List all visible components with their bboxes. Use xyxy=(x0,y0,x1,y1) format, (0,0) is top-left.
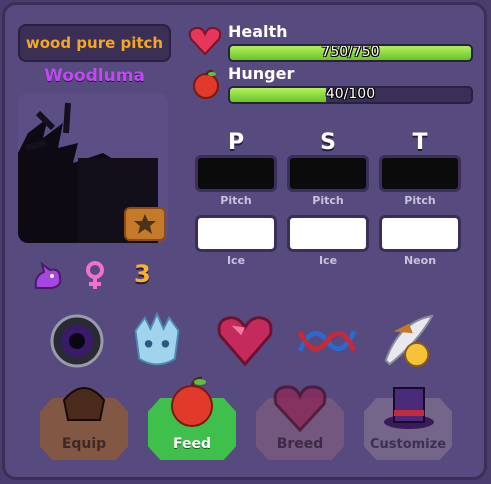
health-value: 750/750 xyxy=(321,44,380,60)
gene-letter: T xyxy=(412,130,428,155)
feather-hat-icon xyxy=(384,314,434,368)
female-symbol-icon xyxy=(86,261,104,289)
star-icon xyxy=(134,214,156,234)
breed-label: Breed xyxy=(276,436,324,452)
gene-slot-bottom[interactable] xyxy=(195,215,277,252)
heart-icon xyxy=(188,26,222,56)
top-hat-icon xyxy=(384,387,434,429)
gene-slot-label: Ice xyxy=(226,254,246,267)
gene-slot-label: Neon xyxy=(403,254,437,267)
breed-heart-icon xyxy=(273,385,327,432)
pet-species-label: Woodluma xyxy=(44,66,145,86)
ice-dragon-head-item[interactable] xyxy=(128,311,186,370)
health-bar: 750/750 xyxy=(228,44,473,62)
gene-slot-top[interactable] xyxy=(379,155,461,192)
hunger-stat: Hunger 40/100 xyxy=(188,64,478,110)
gene-column-t: T Pitch Neon xyxy=(378,130,462,267)
gene-column-s: S Pitch Ice xyxy=(286,130,370,267)
dna-strand-icon xyxy=(298,330,356,352)
pet-name: wood pure pitch xyxy=(25,34,164,52)
age-count: 3 xyxy=(134,260,151,288)
ice-dragon-head-icon xyxy=(134,311,180,366)
feather-hat-item[interactable] xyxy=(380,312,438,370)
void-orb-icon xyxy=(50,314,104,368)
apple-icon xyxy=(193,69,219,99)
heart-gem-icon xyxy=(217,316,273,367)
hunger-value: 40/100 xyxy=(325,86,376,102)
gene-slot-bottom[interactable] xyxy=(287,215,369,252)
gene-slot-label: Pitch xyxy=(312,194,344,207)
feed-label: Feed xyxy=(172,436,211,452)
gene-slot-top[interactable] xyxy=(195,155,277,192)
gene-slot-top[interactable] xyxy=(287,155,369,192)
feed-apple-icon xyxy=(171,376,213,427)
gene-slot-bottom[interactable] xyxy=(379,215,461,252)
equip-label: Equip xyxy=(61,436,107,452)
health-stat: Health 750/750 xyxy=(188,22,478,68)
health-label: Health xyxy=(228,22,288,41)
gene-letter: S xyxy=(320,130,336,155)
pet-traits-row: 3 xyxy=(30,258,170,294)
gene-slot-label: Pitch xyxy=(220,194,252,207)
customize-label: Customize xyxy=(369,437,447,452)
purple-dragon-icon xyxy=(34,261,62,289)
favorite-button[interactable] xyxy=(124,207,166,241)
hunger-label: Hunger xyxy=(228,64,295,83)
hunger-bar: 40/100 xyxy=(228,86,473,104)
saddle-icon xyxy=(62,387,106,421)
dna-strand-item[interactable] xyxy=(298,312,356,370)
gene-slot-label: Pitch xyxy=(404,194,436,207)
void-orb-item[interactable] xyxy=(48,312,106,370)
pet-name-tag[interactable]: wood pure pitch xyxy=(18,24,171,62)
gene-letter: P xyxy=(227,130,245,155)
gene-column-p: P Pitch Ice xyxy=(194,130,278,267)
heart-gem-item[interactable] xyxy=(216,312,274,370)
gene-slot-label: Ice xyxy=(318,254,338,267)
